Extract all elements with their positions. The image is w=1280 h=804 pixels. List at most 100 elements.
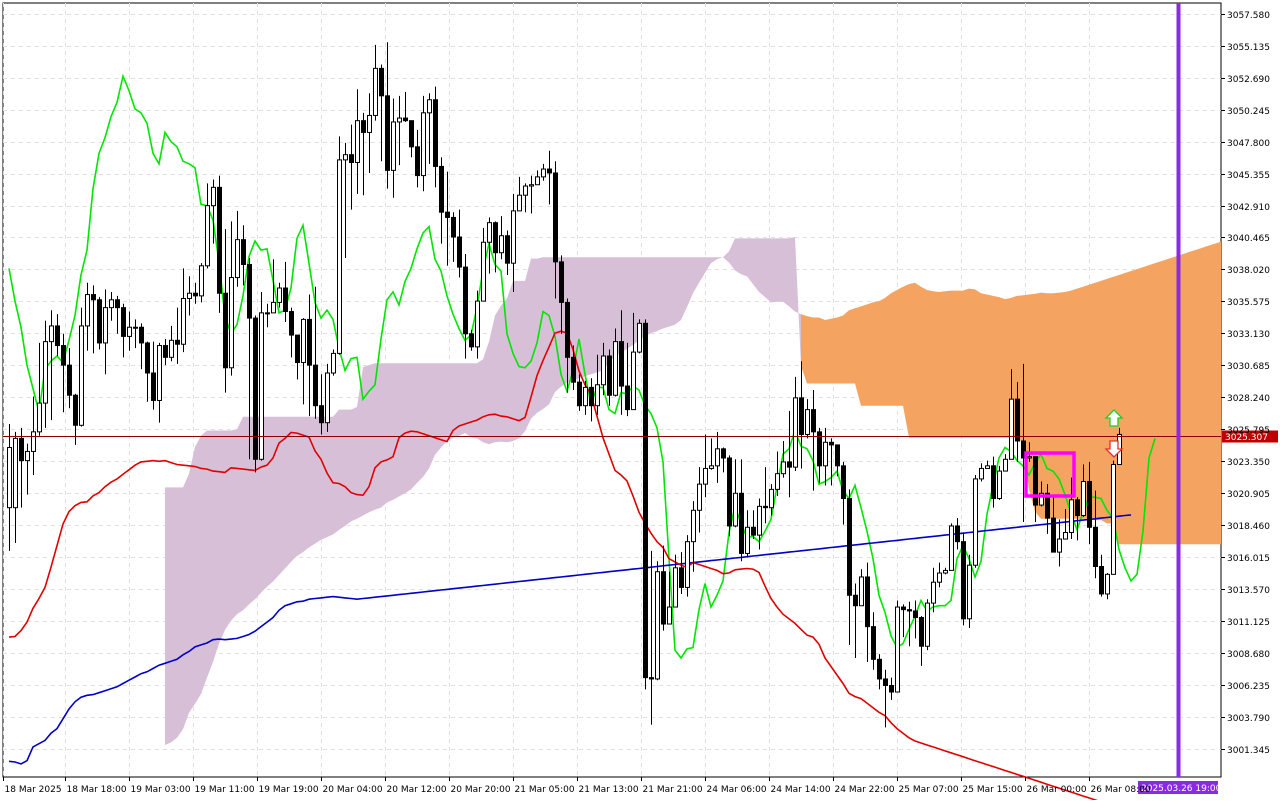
y-tick-label: 3047.800 (1227, 139, 1270, 149)
candle-body-bullish (895, 606, 900, 693)
candle[interactable] (1111, 460, 1116, 575)
cloud-segment-bearish (171, 487, 177, 743)
y-tick-label: 3042.910 (1227, 203, 1270, 213)
cloud-segment-bullish (873, 301, 879, 406)
candle-body-bullish (133, 326, 138, 329)
candle[interactable] (895, 600, 900, 693)
candle-body-bearish (1087, 481, 1092, 528)
candle-body-bearish (679, 567, 684, 588)
candle-body-bullish (793, 397, 798, 468)
cloud-segment-bullish (909, 282, 915, 438)
candle-body-bullish (949, 525, 954, 571)
candle[interactable] (727, 455, 732, 537)
candle[interactable] (97, 297, 102, 350)
candle[interactable] (973, 474, 978, 568)
candle-body-bearish (1033, 456, 1038, 506)
cloud-segment-bullish (1167, 257, 1173, 545)
candle-body-bullish (1081, 481, 1086, 517)
cloud-segment-bullish (951, 290, 957, 438)
cloud-segment-bearish (741, 238, 747, 277)
candle[interactable] (997, 465, 1002, 500)
candle-body-bearish (433, 99, 438, 167)
x-tick-label: 26 Mar 00:00 (1027, 785, 1087, 795)
candle-body-bullish (1057, 538, 1062, 553)
candlestick-chart[interactable]: 3025.3072025.03.26 19:00 3057.5803055.13… (0, 0, 1280, 804)
candle[interactable] (79, 307, 84, 427)
candle-body-bullish (157, 345, 162, 401)
candle-body-bullish (427, 99, 432, 114)
candle[interactable] (637, 319, 642, 354)
cloud-segment-bullish (1191, 249, 1197, 545)
cloud-segment-bullish (885, 293, 891, 406)
cloud-segment-bearish (333, 409, 339, 535)
cloud-segment-bearish (195, 435, 201, 704)
candle-body-bullish (187, 292, 192, 299)
cloud-segment-bearish (519, 280, 525, 439)
cloud-segment-bearish (765, 238, 771, 303)
candle-body-bearish (547, 168, 552, 174)
candle-body-bearish (457, 236, 462, 268)
candle-body-bullish (937, 572, 942, 583)
cloud-segment-bullish (921, 286, 927, 438)
candle-body-bullish (541, 168, 546, 178)
candle[interactable] (259, 291, 264, 461)
candle-body-bullish (481, 241, 486, 302)
candle-body-bullish (367, 114, 372, 133)
candle-body-bullish (595, 384, 600, 407)
cloud-segment-bullish (1125, 271, 1131, 545)
y-tick-label: 3033.130 (1227, 330, 1270, 340)
x-tick-label: 24 Mar 14:00 (771, 785, 831, 795)
candle-body-bearish (19, 437, 24, 462)
candle[interactable] (949, 523, 954, 571)
cloud-segment-bearish (471, 363, 477, 439)
y-tick-label: 3050.245 (1227, 107, 1270, 117)
candle-body-bullish (1111, 464, 1116, 575)
candle[interactable] (961, 532, 966, 626)
y-tick-label: 3038.020 (1227, 266, 1270, 276)
chart-root[interactable]: 3025.307 2025.03.26 19:00 3057.580 3055.13… (0, 0, 1280, 804)
candle-body-bullish (511, 210, 516, 264)
y-tick-label: 3055.135 (1227, 43, 1270, 53)
candle-body-bearish (643, 322, 648, 679)
y-tick-label: 3057.580 (1227, 11, 1270, 21)
candle[interactable] (685, 535, 690, 597)
candle-body-bullish (13, 437, 18, 509)
cloud-segment-bearish (411, 363, 417, 490)
candle-body-bullish (769, 488, 774, 509)
candle[interactable] (217, 175, 222, 313)
cloud-segment-bullish (837, 315, 843, 384)
y-tick-label: 3025.795 (1227, 426, 1270, 436)
candle-body-bearish (853, 594, 858, 607)
candle-body-bullish (637, 322, 642, 353)
y-tick-label: 3052.690 (1227, 75, 1270, 85)
candle-body-bearish (91, 294, 96, 301)
candle-body-bullish (199, 265, 204, 297)
candle[interactable] (643, 319, 648, 690)
candle[interactable] (967, 554, 972, 628)
candle-body-bullish (655, 571, 660, 680)
candle-body-bearish (559, 261, 564, 303)
candle-body-bearish (289, 311, 294, 336)
candle-body-bearish (253, 317, 258, 460)
candle-body-bearish (865, 576, 870, 628)
cloud-segment-bearish (627, 257, 633, 349)
candle-body-bearish (751, 526, 756, 536)
candle-body-bearish (553, 172, 558, 263)
candle[interactable] (925, 599, 930, 651)
candle-body-bullish (685, 541, 690, 588)
candle-body-bullish (1003, 458, 1008, 472)
candle-body-bearish (73, 394, 78, 426)
candle[interactable] (337, 136, 342, 355)
x-tick-label: 25 Mar 07:00 (899, 785, 959, 795)
candle-body-bullish (583, 386, 588, 407)
cloud-segment-bearish (273, 416, 279, 582)
candle[interactable] (655, 561, 660, 681)
candle[interactable] (325, 363, 330, 432)
cloud-segment-bearish (669, 257, 675, 327)
candle-body-bearish (307, 318, 312, 366)
candle-body-bearish (889, 684, 894, 693)
cloud-segment-bearish (351, 406, 357, 522)
candle[interactable] (331, 349, 336, 376)
candle[interactable] (253, 315, 258, 473)
x-tick-label: 24 Mar 06:00 (707, 785, 767, 795)
